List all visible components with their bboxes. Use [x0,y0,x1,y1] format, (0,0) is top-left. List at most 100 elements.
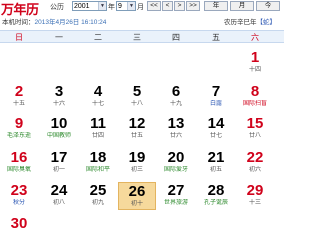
day-cell[interactable]: 15 廿八 [236,115,274,143]
year-select-value: 2001 [74,3,90,10]
day-number: 6 [171,83,181,100]
month-select[interactable]: 9 ▼ [116,1,136,11]
day-cell[interactable]: 23 秋分 [0,182,38,210]
month-button[interactable]: 月 [230,1,254,11]
day-cell[interactable]: 1 十四 [236,49,274,77]
lunar-or-festival-label: 初九 [91,200,104,206]
day-cell[interactable]: 7 白露 [197,83,235,111]
day-number: 1 [250,49,260,66]
lunar-or-festival-label: 十九 [169,101,182,107]
lunar-or-festival-label: 十六 [52,101,65,107]
day-number: 25 [89,182,107,199]
lunar-or-festival-label: 初一 [52,167,65,173]
day-number: 19 [128,149,146,166]
month-select-value: 9 [118,3,122,10]
day-number: 30 [10,215,28,232]
day-cell[interactable]: 5 十八 [118,83,156,111]
day-cell[interactable]: 20 国际爱牙 [157,149,195,177]
weekday-mon: 一 [55,33,63,42]
day-cell[interactable]: 9 毛泽东逝 [0,115,38,143]
day-number: 29 [246,182,264,199]
day-cell[interactable]: 28 孔子诞辰 [197,182,235,210]
local-time-label: 本机时间： [2,19,35,26]
day-cell[interactable]: 2 十五 [0,83,38,111]
lunar-or-festival-label: 十七 [91,101,104,107]
info-line: 本机时间：2013年4月26日 16:10:24 农历辛巳年【蛇】 [0,16,284,26]
day-number: 21 [207,149,225,166]
day-number: 4 [93,83,103,100]
day-cell[interactable]: 21 初五 [197,149,235,177]
day-cell[interactable]: 13 廿六 [157,115,195,143]
lunar-or-festival-label: 世界旅游 [163,200,188,206]
year-suffix: 年 [108,4,115,11]
day-cell[interactable]: 16 国际臭氧 [0,149,38,177]
day-number: 13 [167,115,185,132]
day-cell[interactable]: 24 初八 [40,182,78,210]
lunar-or-festival-label: 毛泽东逝 [6,133,31,139]
toolbar: 万年历 公历 2001 ▼ 年 9 ▼ 月 << < > >> 年 月 今 [0,0,284,17]
lunar-or-festival-label: 廿四 [91,133,104,139]
day-number: 17 [50,149,68,166]
lunar-or-festival-label: 初八 [52,200,65,206]
lunar-or-festival-label: 初三 [130,167,143,173]
weekday-header: 日 一 二 三 四 五 六 [0,30,284,43]
day-number: 27 [167,182,185,199]
day-cell[interactable]: 12 廿五 [118,115,156,143]
weekday-tue: 二 [94,33,102,42]
day-number: 2 [14,83,24,100]
lunar-or-festival-label: 廿七 [209,133,222,139]
year-button[interactable]: 年 [204,1,228,11]
lunar-or-festival-label: 初五 [209,167,222,173]
weekday-fri: 五 [212,33,220,42]
lunar-or-festival-label: 白露 [209,101,222,107]
day-cell[interactable]: 25 初九 [79,182,117,210]
weekday-wed: 三 [133,33,141,42]
day-cell[interactable]: 30 [0,215,38,243]
day-number: 14 [207,115,225,132]
day-cell[interactable]: 11 廿四 [79,115,117,143]
chevron-down-icon: ▼ [127,2,135,10]
lunar-year-info: 农历辛巳年【蛇】 [224,16,276,26]
day-number: 15 [246,115,264,132]
prev-year-button[interactable]: << [147,1,161,11]
day-cell[interactable]: 14 廿七 [197,115,235,143]
day-cell[interactable]: 10 中国教师 [40,115,78,143]
today-button[interactable]: 今 [256,1,280,11]
day-cell[interactable]: 18 国际和平 [79,149,117,177]
calendar-type-label: 公历 [50,4,64,11]
lunar-or-festival-label: 国际爱牙 [163,167,188,173]
day-number: 20 [167,149,185,166]
day-cell[interactable]: 3 十六 [40,83,78,111]
lunar-or-festival-label: 十三 [248,200,261,206]
day-cell[interactable]: 27 世界旅游 [157,182,195,210]
next-month-button[interactable]: > [174,1,185,11]
day-number: 24 [50,182,68,199]
day-cell[interactable]: 17 初一 [40,149,78,177]
day-cell[interactable]: 19 初三 [118,149,156,177]
day-number: 5 [132,83,142,100]
zodiac-link[interactable]: 【蛇】 [257,19,277,26]
day-cell[interactable]: 4 十七 [79,83,117,111]
lunar-or-festival-label: 十八 [130,101,143,107]
day-cell[interactable]: 6 十九 [157,83,195,111]
day-number: 8 [250,83,260,100]
lunar-or-festival-label: 初十 [130,201,143,207]
day-number: 12 [128,115,146,132]
prev-month-button[interactable]: < [162,1,173,11]
next-year-button[interactable]: >> [186,1,200,11]
day-cell-today[interactable]: 26 初十 [118,182,156,210]
day-number: 9 [14,115,24,132]
lunar-or-festival-label: 国际和平 [85,167,110,173]
local-time-value: 2013年4月26日 16:10:24 [34,19,107,26]
lunar-or-festival-label: 十五 [12,101,25,107]
year-select[interactable]: 2001 ▼ [72,1,107,11]
weekday-sun: 日 [15,33,23,42]
day-number: 3 [54,83,64,100]
lunar-or-festival-label: 十四 [248,67,261,73]
day-number: 11 [90,115,106,132]
day-cell[interactable]: 29 十三 [236,182,274,210]
day-cell[interactable]: 22 初六 [236,149,274,177]
day-cell[interactable]: 8 国际扫盲 [236,83,274,111]
chevron-down-icon: ▼ [98,2,106,10]
lunar-or-festival-label: 廿八 [248,133,261,139]
